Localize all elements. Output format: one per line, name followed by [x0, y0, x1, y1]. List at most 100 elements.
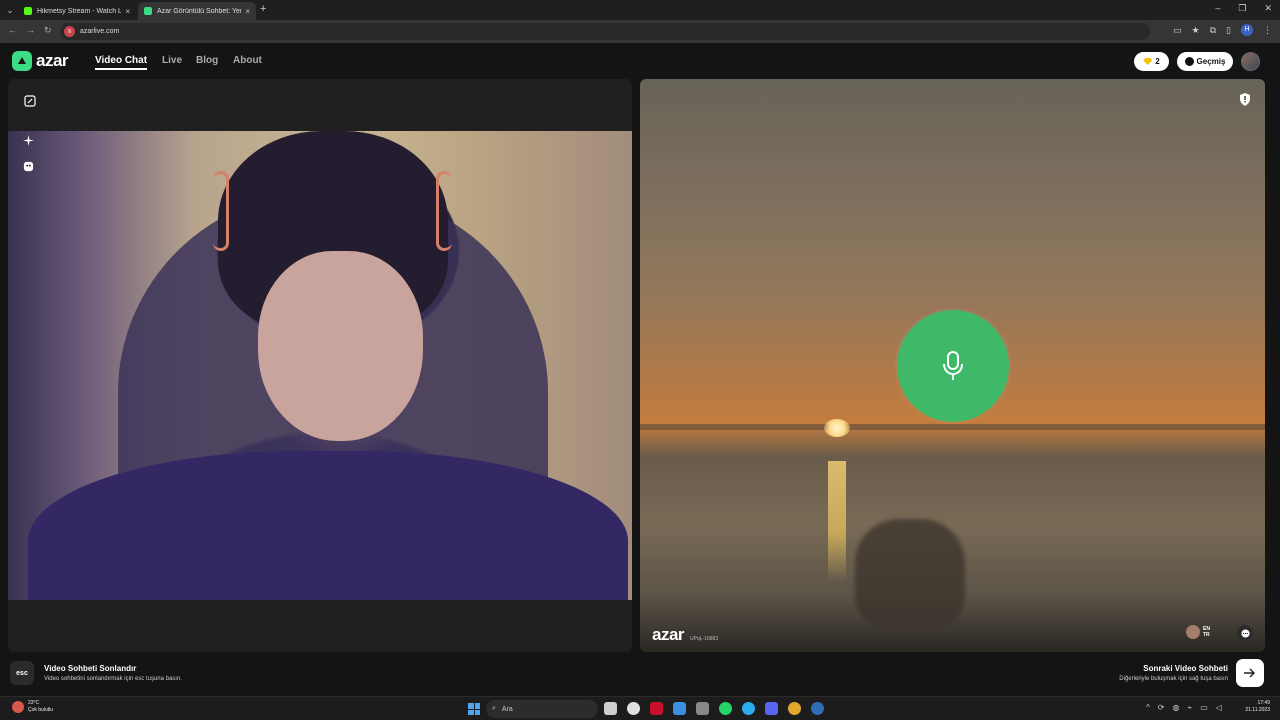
- next-chat-button[interactable]: [1236, 659, 1264, 687]
- nav-about[interactable]: About: [233, 55, 262, 66]
- sidepanel-icon[interactable]: ▯: [1226, 25, 1231, 36]
- end-chat-hint: Video sohbetini sonlandırmak için esc tu…: [44, 676, 182, 682]
- clock-date: 21.11.2023: [1245, 707, 1270, 713]
- esc-key-button[interactable]: esc: [10, 661, 34, 685]
- microphone-button[interactable]: [897, 310, 1009, 422]
- search-placeholder: Ara: [501, 705, 513, 713]
- url-field[interactable]: ≡ azarlive.com: [60, 23, 1150, 40]
- face-mask-icon[interactable]: [20, 158, 36, 174]
- sparkle-effects-icon[interactable]: [20, 132, 36, 148]
- system-clock[interactable]: 17:49 21.11.2023: [1245, 700, 1270, 714]
- history-label: Geçmiş: [1196, 57, 1226, 66]
- report-shield-icon[interactable]: [1239, 93, 1251, 111]
- browser-tab[interactable]: Hikmetsy Stream - Watch Live ... ×: [18, 2, 136, 20]
- gems-button[interactable]: 2: [1134, 52, 1169, 71]
- weather-icon: [12, 701, 24, 713]
- taskbar-apps: [604, 702, 824, 715]
- azar-watermark: azar UPqL-16883: [652, 625, 718, 645]
- mic-tray-icon[interactable]: ◍: [1172, 703, 1179, 712]
- opera-icon[interactable]: [650, 702, 663, 715]
- weather-text: 23°C Çok bulutlu: [28, 700, 53, 714]
- history-clock-icon: [1184, 57, 1194, 66]
- azar-favicon-icon: [144, 7, 152, 15]
- self-video-panel: [8, 79, 632, 652]
- nav-video-chat[interactable]: Video Chat: [95, 55, 148, 70]
- microphone-icon: [943, 351, 963, 380]
- end-chat-title: Video Sohbeti Sonlandır: [44, 664, 137, 673]
- effects-toolbar: [20, 132, 36, 174]
- watermark-text: azar: [652, 625, 685, 644]
- person-face: [258, 251, 423, 441]
- tree-silhouette: [855, 519, 965, 629]
- minimize-icon[interactable]: –: [1215, 3, 1220, 14]
- new-tab-button[interactable]: +: [260, 3, 266, 15]
- nav-live[interactable]: Live: [162, 55, 182, 66]
- window-controls: – ❐ ✕: [1215, 3, 1272, 14]
- calculator-icon[interactable]: [696, 702, 709, 715]
- self-camera-feed: [8, 131, 632, 600]
- search-icon: ⌕: [492, 705, 496, 712]
- taskbar-search[interactable]: ⌕ Ara: [486, 700, 598, 718]
- peer-info[interactable]: EN TR: [1186, 625, 1210, 639]
- app-icon[interactable]: [627, 702, 640, 715]
- shortcut-bar: esc Video Sohbeti Sonlandır Video sohbet…: [0, 658, 1280, 696]
- weather-widget[interactable]: 23°C Çok bulutlu: [12, 700, 53, 714]
- os-taskbar: 23°C Çok bulutlu ⌕ Ara ^ ⟳ ◍ ⌁ ▭ ◁ 17:49…: [0, 696, 1280, 720]
- sync-icon[interactable]: ⟳: [1158, 703, 1165, 712]
- reload-icon[interactable]: ↻: [44, 25, 52, 36]
- weather-temp: 23°C: [28, 700, 40, 706]
- bookmark-star-icon[interactable]: ★: [1192, 25, 1200, 36]
- user-avatar[interactable]: [1241, 52, 1260, 71]
- chrome-icon[interactable]: [788, 702, 801, 715]
- browser-tab-active[interactable]: Azar Görüntülü Sohbet: Yer... ×: [138, 2, 256, 20]
- tab-close-icon[interactable]: ×: [245, 7, 250, 16]
- url-text: azarlive.com: [80, 28, 120, 35]
- gem-icon: [1143, 58, 1153, 65]
- headphone-right: [436, 171, 452, 251]
- discord-icon[interactable]: [765, 702, 778, 715]
- history-button[interactable]: Geçmiş: [1177, 52, 1233, 71]
- steam-icon[interactable]: [811, 702, 824, 715]
- address-bar: ← → ↻ ≡ azarlive.com ▭ ★ ⧉ ▯ H ⋮: [0, 20, 1280, 43]
- maximize-icon[interactable]: ❐: [1238, 3, 1246, 14]
- tray-chevron-icon[interactable]: ^: [1146, 703, 1150, 712]
- chat-bubble-icon[interactable]: [1237, 625, 1253, 641]
- network-icon[interactable]: ▭: [1200, 703, 1208, 712]
- close-window-icon[interactable]: ✕: [1264, 3, 1272, 14]
- teams-icon[interactable]: [673, 702, 686, 715]
- forward-icon[interactable]: →: [26, 25, 35, 35]
- extensions-icon[interactable]: ⧉: [1210, 25, 1216, 36]
- telegram-icon[interactable]: [742, 702, 755, 715]
- site-info-icon[interactable]: ≡: [64, 26, 75, 37]
- next-chat-hint: Diğerleriyle buluşmak için sağ tuşa bası…: [1119, 676, 1228, 682]
- whatsapp-icon[interactable]: [719, 702, 732, 715]
- browser-tab-bar: ⌄ Hikmetsy Stream - Watch Live ... × Aza…: [0, 0, 1280, 20]
- cast-icon[interactable]: ▭: [1173, 25, 1182, 36]
- gems-count: 2: [1155, 57, 1160, 66]
- nav-blog[interactable]: Blog: [196, 55, 218, 66]
- tab-title: Azar Görüntülü Sohbet: Yer...: [157, 7, 242, 15]
- browser-actions: ▭ ★ ⧉ ▯ H ⋮: [1173, 24, 1272, 36]
- remote-user-id: UPqL-16883: [690, 636, 719, 642]
- task-view-icon[interactable]: [604, 702, 617, 715]
- clock-time: 17:49: [1257, 700, 1270, 706]
- azar-logo-icon: [12, 51, 32, 71]
- edit-square-icon[interactable]: [22, 93, 38, 109]
- kick-favicon-icon: [24, 7, 32, 15]
- sun-reflection: [828, 461, 846, 581]
- tab-close-icon[interactable]: ×: [125, 7, 130, 16]
- tab-search-icon[interactable]: ⌄: [4, 4, 16, 16]
- volume-icon[interactable]: ◁: [1216, 703, 1222, 712]
- tab-title: Hikmetsy Stream - Watch Live ...: [37, 7, 122, 15]
- usb-icon[interactable]: ⌁: [1187, 703, 1192, 712]
- back-icon[interactable]: ←: [8, 25, 17, 35]
- profile-avatar[interactable]: H: [1241, 24, 1253, 36]
- sunset-sun: [824, 419, 850, 437]
- windows-start-icon[interactable]: [468, 703, 480, 715]
- logo-text: azar: [36, 51, 69, 70]
- remote-video-panel: azar UPqL-16883 EN TR: [640, 79, 1265, 652]
- peer-language-tags: EN TR: [1203, 626, 1210, 638]
- azar-logo[interactable]: azar: [12, 51, 69, 71]
- browser-menu-icon[interactable]: ⋮: [1263, 25, 1272, 36]
- next-chat-title: Sonraki Video Sohbeti: [1143, 664, 1228, 673]
